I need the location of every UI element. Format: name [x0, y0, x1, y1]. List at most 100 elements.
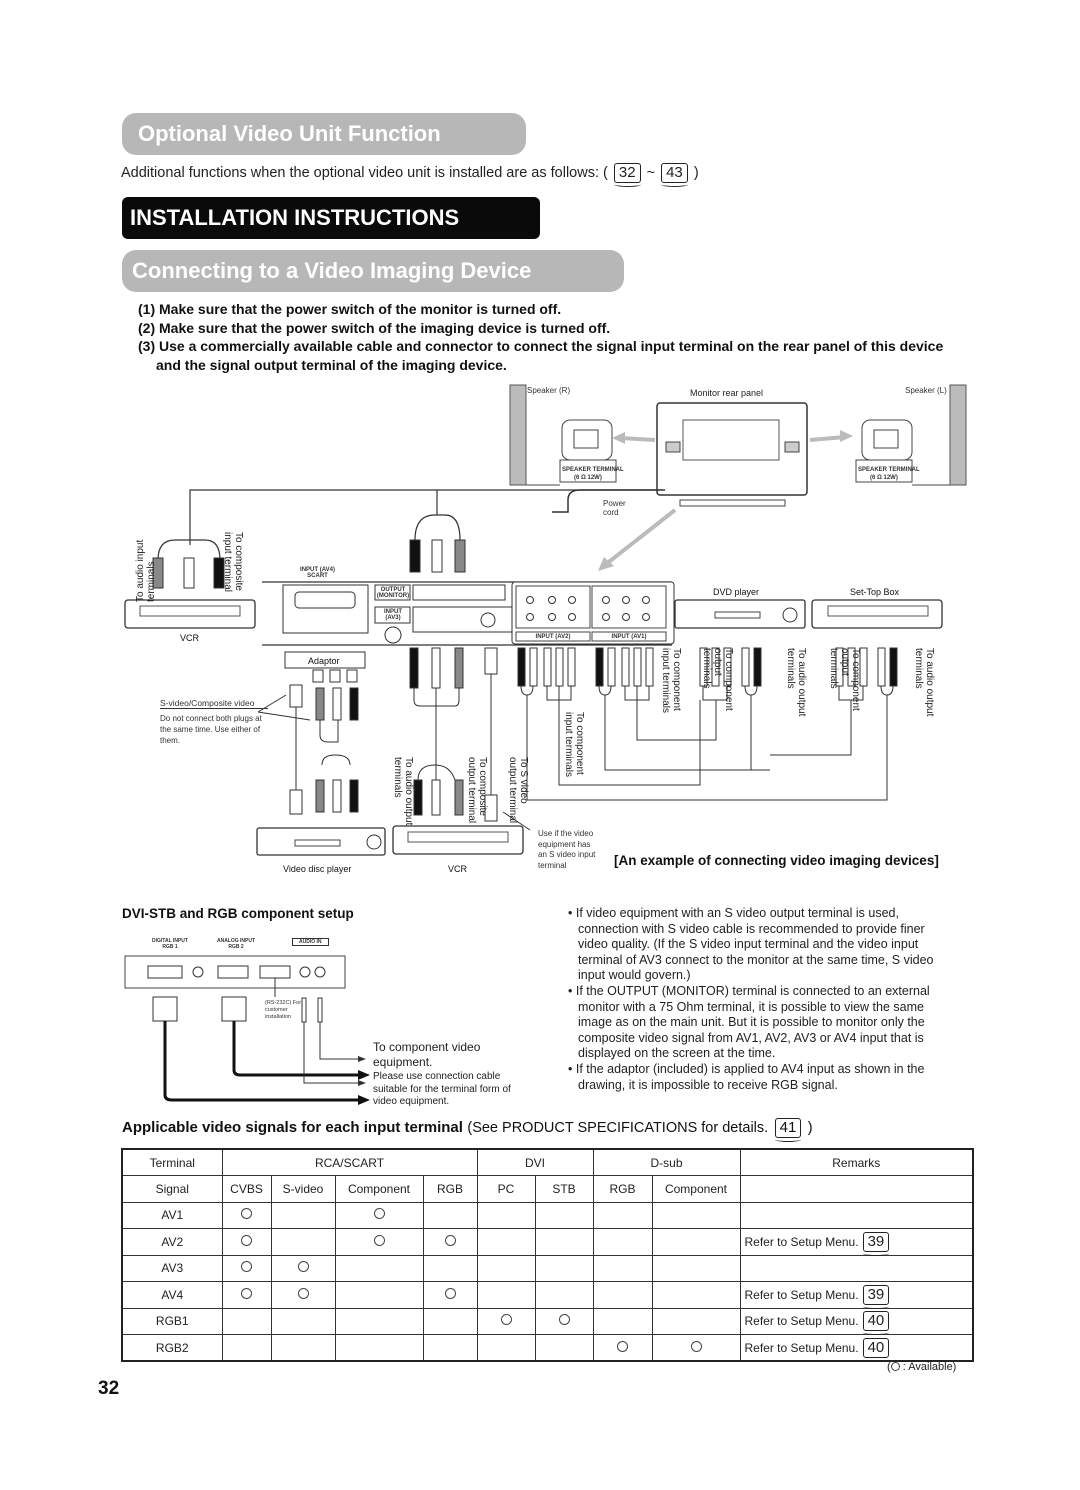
label-to-audio-input: To audio input terminals	[135, 539, 157, 602]
signal-cell	[422, 1201, 478, 1229]
header-pc: PC	[476, 1175, 536, 1203]
signal-cell	[476, 1254, 536, 1282]
available-circle-icon	[690, 1340, 702, 1352]
signal-cell	[221, 1201, 272, 1229]
signal-cell	[651, 1254, 741, 1282]
signal-cell	[534, 1281, 594, 1309]
signal-cell	[476, 1307, 536, 1335]
page-ref-link[interactable]: 40	[862, 1337, 890, 1362]
label-speaker-spec-r: (6 Ω 12W)	[574, 475, 602, 481]
signal-cell	[221, 1281, 272, 1309]
remark-text: Refer to Setup Menu.	[744, 1314, 859, 1329]
header-dsub: D-sub	[592, 1148, 741, 1176]
signal-cell	[651, 1201, 741, 1229]
output-monitor-jacks	[412, 584, 506, 601]
remark-cell	[739, 1254, 974, 1282]
label-input-av2: INPUT (AV2)	[535, 634, 571, 640]
remark-text: Refer to Setup Menu.	[744, 1287, 859, 1302]
remark-cell: Refer to Setup Menu. 39	[739, 1281, 974, 1309]
header-remarks: Remarks	[739, 1148, 974, 1176]
rgb2-text: RGB 2	[228, 944, 244, 950]
available-circle-icon	[297, 1287, 309, 1299]
signals-heading-bold: Applicable video signals for each input …	[122, 1119, 463, 1136]
note-svideo-text: If video equipment with an S video outpu…	[575, 906, 934, 983]
page-number: 32	[98, 1378, 120, 1399]
available-circle-icon	[241, 1287, 252, 1299]
label-digital-input: DIGITAL INPUT RGB 1	[150, 938, 190, 950]
remark-text: Refer to Setup Menu.	[744, 1234, 859, 1249]
signal-cell	[270, 1281, 336, 1309]
label-set-top-box: Set-Top Box	[850, 587, 900, 597]
label-adaptor: Adaptor	[308, 656, 340, 666]
signal-cell	[422, 1307, 478, 1335]
available-circle-icon	[558, 1314, 570, 1326]
label-to-composite-input: To composite input terminal	[222, 532, 244, 593]
signal-cell	[270, 1201, 336, 1229]
table-header-row-2: Signal CVBS S-video Component RGB PC STB…	[121, 1175, 974, 1203]
table-legend: ( : Available)	[887, 1361, 956, 1373]
connection-diagram	[124, 384, 967, 856]
signal-cell	[221, 1228, 272, 1256]
label-analog-input: ANALOG INPUT RGB 2	[216, 938, 256, 950]
note-output-monitor-text: If the OUTPUT (MONITOR) terminal is conn…	[575, 983, 930, 1061]
label-to-component-output-dvd: To component output terminals	[701, 648, 734, 711]
signal-cell	[270, 1307, 336, 1335]
terminal-cell: RGB2	[121, 1334, 223, 1362]
label-to-component-output-stb: To component output terminals	[828, 648, 861, 711]
remark-cell: Refer to Setup Menu. 40	[739, 1307, 974, 1336]
header-rca-scart: RCA/SCART	[221, 1148, 478, 1176]
signal-cell	[476, 1201, 536, 1229]
signal-cell	[651, 1307, 741, 1335]
label-speaker-spec-l: (6 Ω 12W)	[870, 475, 898, 481]
label-cable-note: Please use connection cable suitable for…	[373, 1071, 511, 1107]
terminal-cell: AV3	[121, 1254, 223, 1282]
legend-text: : Available)	[902, 1361, 957, 1373]
note-output-monitor: • If the OUTPUT (MONITOR) terminal is co…	[568, 983, 930, 1061]
signal-cell	[651, 1228, 741, 1256]
note-svideo: • If video equipment with an S video out…	[568, 906, 934, 983]
terminal-cell: AV2	[121, 1228, 223, 1256]
label-to-audio-output-stb: To audio output terminals	[913, 648, 935, 717]
available-circle-icon	[444, 1234, 456, 1246]
header-stb: STB	[534, 1175, 594, 1203]
signal-cell	[221, 1334, 272, 1362]
signal-cell	[476, 1334, 536, 1362]
note-adaptor-text: If the adaptor (included) is applied to …	[575, 1061, 925, 1092]
available-circle-icon	[373, 1208, 385, 1220]
speaker-r-graphic	[509, 384, 527, 486]
label-input-av3: INPUT (AV3)	[384, 609, 402, 621]
header-terminal: Terminal	[121, 1148, 223, 1176]
label-vcr-bottom: VCR	[448, 864, 468, 874]
signal-cell	[592, 1254, 653, 1282]
signal-cell	[592, 1334, 653, 1362]
label-speaker-r: Speaker (R)	[527, 386, 571, 395]
signal-cell	[334, 1281, 424, 1309]
table-header-row-1: Terminal RCA/SCART DVI D-sub Remarks	[121, 1148, 974, 1176]
header-cvbs: CVBS	[221, 1175, 272, 1203]
label-vcr-top: VCR	[180, 633, 200, 643]
label-to-audio-output-dvd: To audio output terminals	[785, 648, 807, 717]
notes-list: • If video equipment with an S video out…	[566, 906, 956, 1093]
label-speaker-terminal-l: SPEAKER TERMINAL	[858, 467, 920, 473]
signal-cell	[651, 1334, 741, 1362]
signal-cell	[592, 1228, 653, 1256]
page-ref-link[interactable]: 40	[862, 1311, 890, 1336]
label-power-cord: Power cord	[603, 499, 626, 517]
terminal-cell: AV1	[121, 1201, 223, 1229]
page-ref-41[interactable]: 41	[774, 1118, 802, 1142]
signal-cell	[592, 1281, 653, 1309]
signal-cell	[270, 1228, 336, 1256]
available-circle-icon	[890, 1362, 900, 1371]
remark-text: Refer to Setup Menu.	[744, 1340, 859, 1355]
label-audio-in: AUDIO IN	[292, 938, 329, 946]
page-ref-link[interactable]: 39	[862, 1284, 890, 1309]
available-circle-icon	[241, 1234, 252, 1246]
label-rs232: (RS-232C) For customer installation	[265, 1000, 302, 1020]
signals-heading: Applicable video signals for each input …	[122, 1118, 813, 1142]
available-circle-icon	[241, 1261, 252, 1273]
page-ref-link[interactable]: 39	[862, 1231, 890, 1256]
table-row: AV4 Refer to Setup Menu. 39	[121, 1281, 974, 1309]
speaker-l-graphic	[949, 384, 967, 486]
signal-cell	[534, 1334, 594, 1362]
table-row: AV1	[121, 1201, 974, 1229]
